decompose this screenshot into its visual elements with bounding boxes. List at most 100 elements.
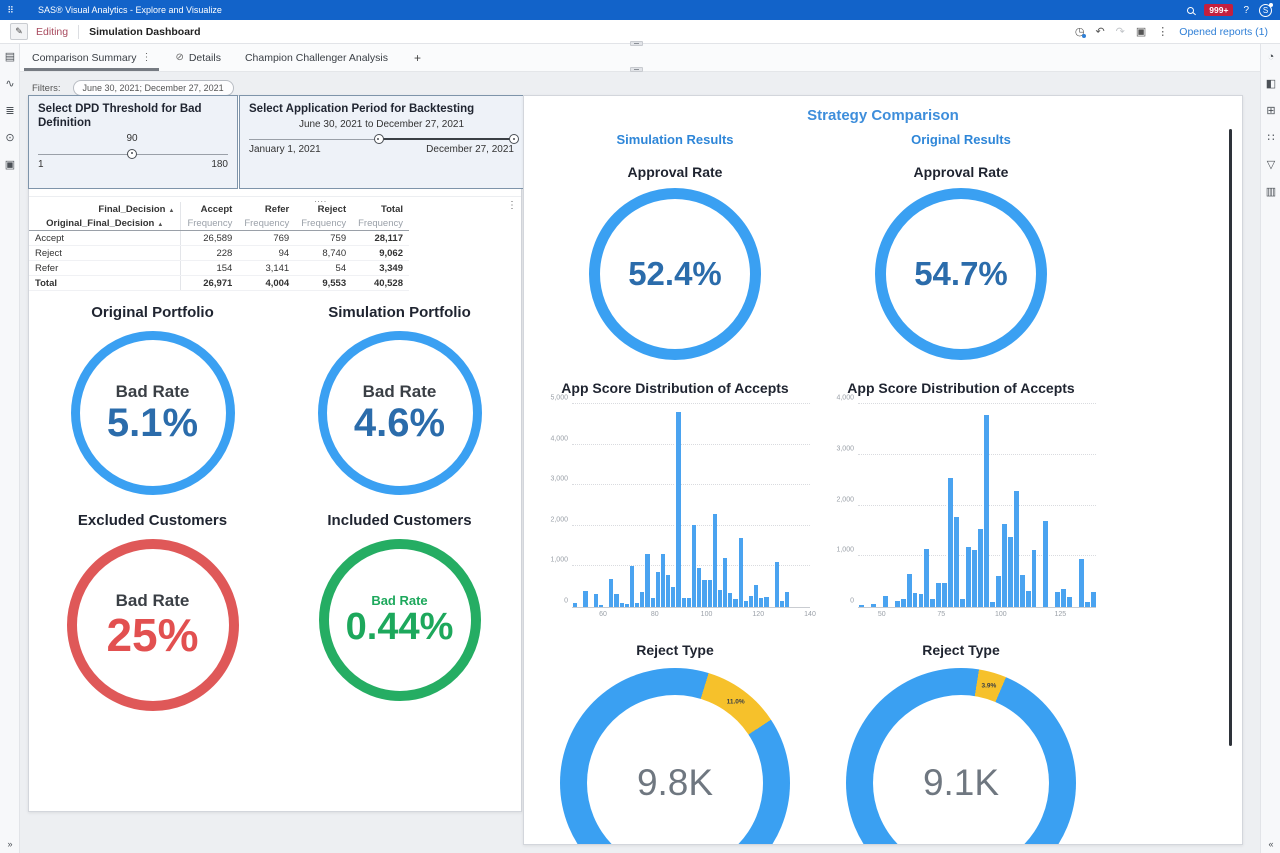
y-axis-tick: 1,000 (550, 557, 568, 564)
histogram-bar[interactable] (923, 549, 929, 607)
date-filter-chip[interactable]: June 30, 2021; December 27, 2021 (73, 80, 234, 96)
app-title: SAS® Visual Analytics - Explore and Visu… (38, 5, 222, 15)
tab-menu-icon[interactable]: ⋮ (141, 52, 151, 63)
histogram-bar[interactable] (1031, 550, 1037, 607)
reject-type-title: Reject Type (818, 642, 1104, 658)
tab-details[interactable]: ⊘ Details (163, 44, 233, 71)
histogram-bar[interactable] (882, 596, 888, 607)
panel-collapse-handle[interactable] (630, 67, 643, 72)
add-page-button[interactable]: + (400, 51, 435, 65)
range-start-thumb[interactable] (374, 134, 384, 144)
histogram-bar[interactable] (953, 517, 959, 607)
histogram-bar[interactable] (763, 597, 768, 607)
view-report-icon[interactable]: ▣ (1136, 25, 1146, 38)
histogram-bar[interactable] (1042, 521, 1048, 607)
column-header[interactable]: Total (352, 202, 409, 216)
page-options-icon[interactable]: ◧ (1261, 71, 1280, 98)
table-row[interactable]: Refer1543,141543,349 (29, 261, 409, 276)
outline-icon[interactable]: ≣ (0, 98, 20, 125)
range-end-thumb[interactable] (509, 134, 519, 144)
gridline (572, 403, 810, 404)
expand-right-pane-icon[interactable]: « (1261, 839, 1280, 849)
approval-rate-donut[interactable]: 54.7% (875, 188, 1047, 360)
app-score-histogram[interactable]: 01,0002,0003,0004,0005,0006080100120140 (532, 404, 818, 620)
selected-range-label: June 30, 2021 to December 27, 2021 (249, 119, 514, 130)
approval-rate-donut[interactable]: 52.4% (589, 188, 761, 360)
kpi-value: 5.1% (107, 402, 198, 444)
kpi-sublabel: Bad Rate (116, 382, 190, 402)
approval-rate-title: Approval Rate (818, 164, 1104, 180)
reject-type-donut[interactable]: 9.8K11.0% (560, 668, 790, 845)
help-icon[interactable]: ? (1243, 5, 1249, 16)
panel-collapse-handle[interactable] (630, 41, 643, 46)
redo-icon[interactable]: ↷ (1116, 25, 1125, 38)
period-range-slider: January 1, 2021 December 27, 2021 (249, 130, 514, 152)
undo-icon[interactable]: ↶ (1095, 25, 1104, 38)
histogram-bar[interactable] (675, 412, 680, 607)
notification-badge[interactable]: 999+ (1204, 4, 1233, 16)
ranks-icon[interactable]: ▥ (1261, 179, 1280, 206)
data-icon[interactable]: ▤ (0, 44, 20, 71)
histogram-bar[interactable] (1078, 559, 1084, 607)
table-row[interactable]: Reject228948,7409,062 (29, 246, 409, 261)
edit-mode-button[interactable]: ✎ (10, 23, 28, 40)
donut-ring: Bad Rate5.1% (71, 331, 235, 495)
kpi-donut-simulation-portfolio[interactable]: Simulation PortfolioBad Rate4.6% (276, 304, 523, 495)
table-cell: 759 (295, 231, 352, 246)
comparison-summary-panel: Select DPD Threshold for Bad Definition … (28, 95, 522, 812)
vertical-scrollbar[interactable] (1229, 129, 1232, 746)
x-axis-tick: 80 (651, 611, 659, 618)
kpi-donut-original-portfolio[interactable]: Original PortfolioBad Rate5.1% (29, 304, 276, 495)
report-options-icon[interactable]: ◔ (1261, 44, 1280, 71)
histogram-bar[interactable] (572, 603, 577, 607)
column-header[interactable]: Refer (238, 202, 295, 216)
y-axis-tick: 4,000 (836, 395, 854, 402)
column-header[interactable]: Accept (181, 202, 238, 216)
reject-type-title: Reject Type (532, 642, 818, 658)
measure-label: Frequency (181, 216, 238, 231)
histogram-bar[interactable] (598, 605, 603, 607)
row-header: Refer (29, 261, 181, 276)
filters-icon[interactable]: ▽ (1261, 152, 1280, 179)
histogram-bar[interactable] (784, 592, 789, 607)
reject-type-donut[interactable]: 9.1K3.9% (846, 668, 1076, 845)
slider-thumb[interactable] (127, 149, 137, 159)
kpi-title: Simulation Portfolio (276, 304, 523, 321)
kpi-donut-included-customers[interactable]: Included CustomersBad Rate0.44% (276, 512, 523, 701)
objects-icon[interactable]: ∿ (0, 71, 20, 98)
table-row[interactable]: Accept26,58976975928,117 (29, 231, 409, 246)
sort-asc-icon[interactable]: ▲ (157, 222, 163, 228)
kpi-donut-excluded-customers[interactable]: Excluded CustomersBad Rate25% (29, 512, 276, 711)
sort-asc-icon[interactable]: ▲ (168, 208, 174, 214)
suggestions-icon[interactable]: ⊙ (0, 125, 20, 152)
histogram-bar[interactable] (582, 591, 587, 607)
tab-champion-challenger[interactable]: Champion Challenger Analysis (233, 44, 400, 71)
histogram-bar[interactable] (1090, 592, 1096, 607)
histogram-bar[interactable] (870, 604, 876, 607)
y-axis-tick: 1,000 (836, 547, 854, 554)
histogram-bar[interactable] (983, 415, 989, 607)
y-axis-tick: 2,000 (550, 516, 568, 523)
donut-ring: Bad Rate0.44% (319, 539, 481, 701)
more-options-icon[interactable]: ⋮ (1157, 25, 1168, 38)
zoom-data-icon[interactable]: ⊞ (1261, 98, 1280, 125)
history-icon[interactable]: ◷ (1075, 25, 1085, 38)
table-row[interactable]: Total26,9714,0049,55340,528 (29, 276, 409, 291)
opened-reports-link[interactable]: Opened reports (1) (1179, 26, 1268, 38)
filters-label: Filters: (32, 83, 61, 94)
histogram-bar[interactable] (858, 605, 864, 607)
app-switcher-icon[interactable]: ⠿ (0, 5, 20, 16)
histogram-bar[interactable] (738, 538, 743, 607)
row-header: Reject (29, 246, 181, 261)
templates-icon[interactable]: ▣ (0, 152, 20, 179)
tab-comparison-summary[interactable]: Comparison Summary ⋮ (20, 44, 163, 71)
user-avatar[interactable]: S (1259, 4, 1272, 17)
app-score-histogram[interactable]: 01,0002,0003,0004,0005075100125 (818, 404, 1104, 620)
search-icon[interactable] (1187, 7, 1194, 14)
histogram-bar[interactable] (1066, 597, 1072, 607)
gridline (858, 505, 1096, 506)
expand-left-pane-icon[interactable]: » (0, 839, 20, 849)
roles-icon[interactable]: ∷ (1261, 125, 1280, 152)
histogram-bar[interactable] (629, 566, 634, 607)
object-menu-icon[interactable]: ⋮ (507, 200, 517, 211)
